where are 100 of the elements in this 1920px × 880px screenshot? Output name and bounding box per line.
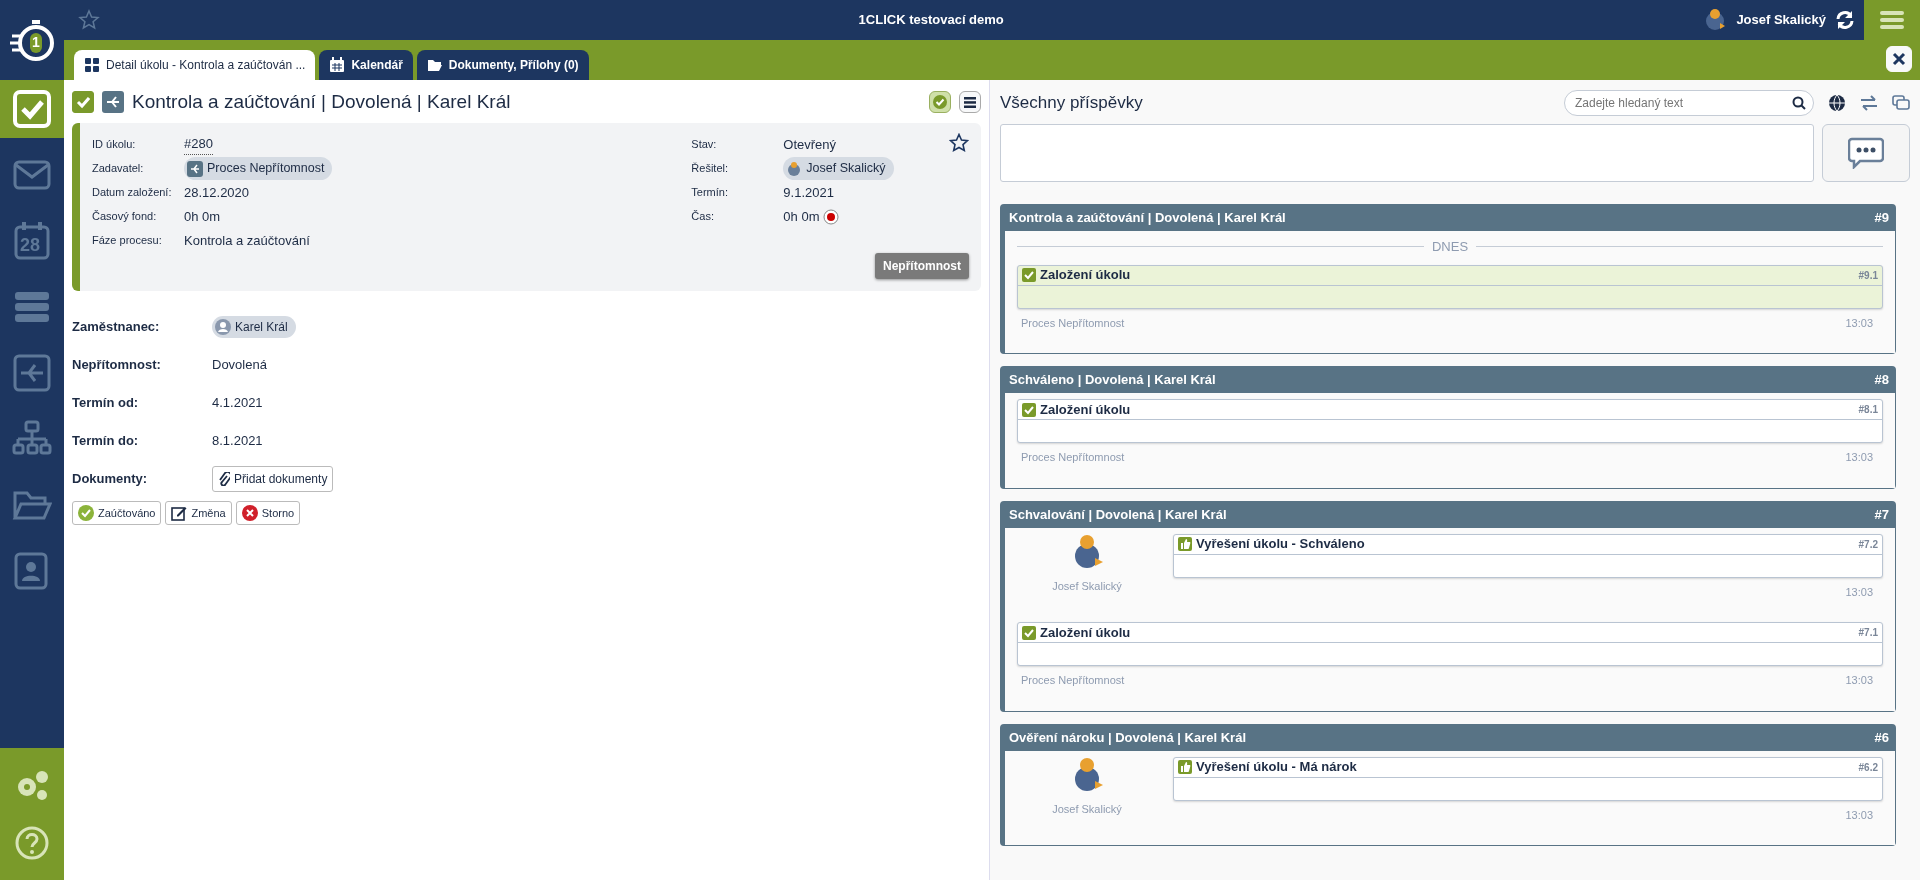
folder-icon	[426, 57, 443, 73]
task-id-link[interactable]: #280	[184, 134, 213, 155]
field-label: Zadavatel:	[92, 161, 145, 177]
field-value: 0h 0m	[184, 207, 221, 226]
field-label: Řešitel:	[691, 161, 729, 177]
author-name: Josef Skalický	[1052, 801, 1122, 817]
post-time: 13:03	[1845, 315, 1873, 331]
thread-number: #8	[1874, 371, 1889, 390]
split-arrows-icon	[190, 163, 200, 174]
action-button[interactable]: Zaúčtováno	[72, 500, 162, 525]
requester-chip[interactable]: Proces Nepřítomnost	[184, 157, 333, 180]
post-time: 13:03	[1845, 584, 1873, 600]
star-icon[interactable]	[949, 132, 969, 153]
grid-icon	[84, 57, 100, 73]
task-title: Kontrola a zaúčtování | Dovolená | Karel Král	[132, 90, 512, 114]
post-time: 13:03	[1845, 807, 1873, 823]
search-icon[interactable]	[1792, 96, 1806, 110]
field-label: Termín do:	[72, 431, 140, 450]
feed-title: Všechny příspěvky	[1000, 92, 1144, 115]
cancel-icon	[241, 504, 258, 521]
help-icon[interactable]	[15, 826, 49, 860]
field-label: Fáze procesu:	[92, 233, 163, 249]
field-value: Kontrola a zaúčtování	[184, 231, 310, 250]
field-label: Časový fond:	[92, 209, 158, 225]
tab[interactable]: Detail úkolu - Kontrola a zaúčtován ...	[74, 50, 316, 80]
post-author: Proces Nepřítomnost	[1021, 673, 1125, 688]
action-button[interactable]: Storno	[235, 500, 301, 525]
refresh-icon[interactable]	[1834, 9, 1856, 31]
check-circle-icon	[78, 504, 94, 521]
field-label: Zaměstnanec:	[72, 317, 161, 336]
field-label: Datum založení:	[92, 185, 173, 201]
post-number: #9.1	[1858, 268, 1878, 283]
post-number: #7.1	[1858, 626, 1878, 640]
employee-chip[interactable]: Karel Král	[212, 315, 296, 338]
author-name: Josef Skalický	[1052, 578, 1122, 594]
send-comment-button[interactable]	[1822, 124, 1910, 182]
field-label: Nepřítomnost:	[72, 355, 162, 374]
post-number: #6.2	[1858, 760, 1878, 775]
checkbox-icon	[1022, 402, 1036, 417]
swap-arrows-icon[interactable]	[1860, 94, 1878, 112]
post-title: Založení úkolu	[1040, 400, 1131, 419]
speech-bubble-icon	[1848, 137, 1884, 169]
thread-title: Ověření nároku | Dovolená | Karel Král	[1009, 728, 1247, 747]
logo-digit: 1	[32, 33, 40, 52]
field-label: Stav:	[691, 137, 718, 153]
post-author: Proces Nepřítomnost	[1021, 450, 1125, 465]
field-value: 9.1.2021	[783, 183, 834, 202]
field-label: Čas:	[691, 209, 715, 225]
assignee-chip[interactable]: Josef Skalický	[783, 157, 894, 180]
menu-button[interactable]	[1864, 0, 1920, 40]
category-tag: Nepřítomnost	[875, 252, 969, 279]
post-title: Vyřešení úkolu - Má nárok	[1196, 758, 1357, 777]
thread-number: #6	[1874, 728, 1889, 747]
field-value: 0h 0m	[783, 207, 820, 226]
person-icon	[215, 318, 231, 335]
paperclip-icon	[218, 471, 230, 486]
tab[interactable]: Dokumenty, Přílohy (0)	[416, 50, 589, 80]
action-button[interactable]: Změna	[165, 500, 232, 525]
thread-number: #7	[1874, 505, 1889, 524]
post-author: Proces Nepřítomnost	[1021, 315, 1125, 331]
field-value: 8.1.2021	[212, 431, 263, 450]
field-label: Termín od:	[72, 393, 140, 412]
comments-icon[interactable]	[1892, 94, 1910, 112]
options-button[interactable]	[959, 91, 981, 114]
field-label: Dokumenty:	[72, 469, 149, 488]
add-documents-button[interactable]: Přidat dokumenty	[212, 465, 334, 492]
approve-button[interactable]	[929, 91, 951, 114]
post-time: 13:03	[1845, 673, 1873, 688]
field-label: Termín:	[691, 185, 729, 201]
thread-title: Schvalování | Dovolená | Karel Král	[1009, 505, 1227, 524]
edit-icon	[171, 504, 188, 521]
search-field[interactable]: Zadejte hledaný text	[1564, 90, 1814, 116]
close-button[interactable]	[1886, 46, 1912, 72]
post-number: #8.1	[1858, 403, 1878, 417]
app-title: 1CLICK testovací demo	[857, 11, 1005, 30]
globe-icon[interactable]	[1828, 94, 1846, 112]
comment-field[interactable]	[1000, 124, 1814, 182]
calendar-icon	[329, 57, 346, 73]
check-icon[interactable]	[12, 89, 52, 129]
post-title: Vyřešení úkolu - Schváleno	[1196, 535, 1365, 554]
thread-number: #9	[1874, 209, 1889, 228]
thread-title: Kontrola a zaúčtování | Dovolená | Karel Král	[1009, 209, 1286, 228]
close-icon	[1892, 52, 1906, 66]
check-circle-icon	[933, 95, 947, 110]
split-arrows-icon[interactable]	[12, 353, 52, 393]
thumbs-up-icon	[1178, 537, 1192, 551]
task-done-checkbox[interactable]	[72, 91, 94, 114]
field-value: 28.12.2020	[184, 183, 250, 202]
checkbox-icon	[1022, 625, 1036, 640]
record-icon[interactable]	[823, 208, 840, 225]
calendar-icon[interactable]	[12, 221, 52, 261]
post-number: #7.2	[1858, 537, 1878, 552]
stopwatch-logo-icon	[10, 18, 54, 62]
checkbox-icon	[1022, 268, 1036, 282]
tab[interactable]: Kalendář	[319, 50, 413, 80]
post-time: 13:03	[1845, 450, 1873, 465]
star-icon[interactable]	[78, 9, 100, 31]
check-icon	[76, 95, 90, 110]
field-value: 4.1.2021	[212, 393, 263, 412]
menu-icon	[1880, 10, 1904, 30]
